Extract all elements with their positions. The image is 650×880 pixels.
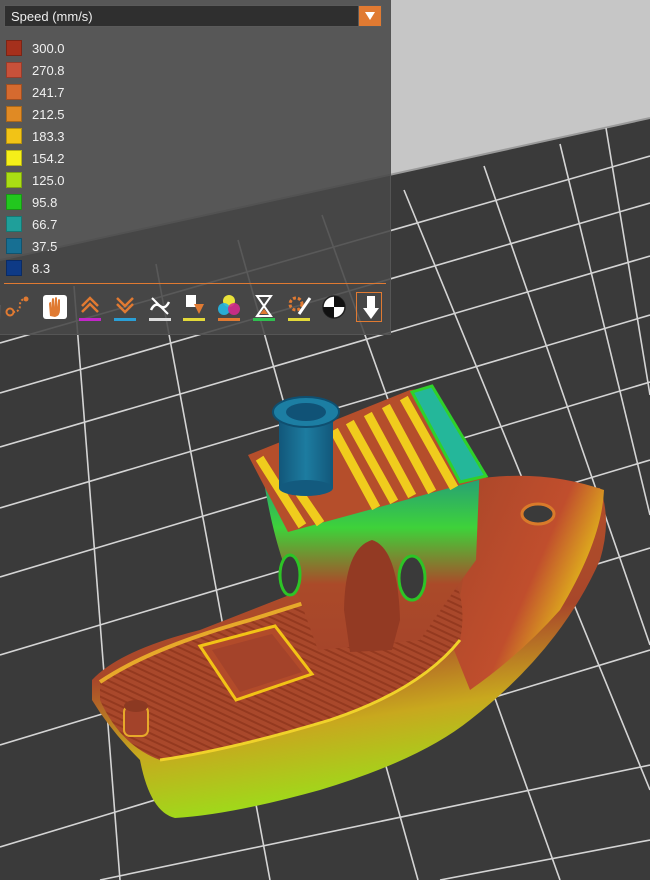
legend-panel: Speed (mm/s) 300.0 270.8 241.7 212.5 183.3 15… xyxy=(0,0,391,335)
legend-item: 183.3 xyxy=(6,125,65,147)
options-toolbar xyxy=(0,288,390,328)
legend-value: 95.8 xyxy=(32,194,58,210)
legend-value: 270.8 xyxy=(32,62,65,78)
legend-swatch xyxy=(6,150,22,166)
custom-gcode-icon[interactable] xyxy=(285,292,313,322)
wipe-hand-icon[interactable] xyxy=(41,292,69,322)
legend-value: 241.7 xyxy=(32,84,65,100)
deretraction-icon[interactable] xyxy=(111,292,139,322)
cabin-window xyxy=(397,554,427,602)
legend-item: 300.0 xyxy=(6,37,65,59)
legend-value: 8.3 xyxy=(32,260,51,276)
legend-swatch xyxy=(6,128,22,144)
legend-swatch xyxy=(6,62,22,78)
legend-value: 154.2 xyxy=(32,150,65,166)
legend-swatch xyxy=(6,40,22,56)
legend-item: 212.5 xyxy=(6,103,65,125)
travel-icon[interactable] xyxy=(4,292,32,322)
legend-value: 37.5 xyxy=(32,238,58,254)
retraction-icon[interactable] xyxy=(76,292,104,322)
tool-marker-icon[interactable] xyxy=(356,292,382,322)
pause-icon[interactable] xyxy=(250,292,278,322)
legend-value: 66.7 xyxy=(32,216,58,232)
legend-swatch xyxy=(6,172,22,188)
legend-item: 125.0 xyxy=(6,169,65,191)
color-change-icon[interactable] xyxy=(215,292,243,322)
center-of-gravity-icon[interactable] xyxy=(320,292,348,322)
legend-item: 241.7 xyxy=(6,81,65,103)
legend-value: 300.0 xyxy=(32,40,65,56)
legend-item: 8.3 xyxy=(6,257,65,279)
view-type-dropdown[interactable]: Speed (mm/s) xyxy=(4,5,382,27)
legend-swatch xyxy=(6,216,22,232)
legend-value: 125.0 xyxy=(32,172,65,188)
view-type-selected: Speed (mm/s) xyxy=(11,8,93,24)
legend-swatch xyxy=(6,194,22,210)
seams-icon[interactable] xyxy=(146,292,174,322)
legend-value: 183.3 xyxy=(32,128,65,144)
tool-change-icon[interactable] xyxy=(180,292,208,322)
hawse-hole xyxy=(520,502,556,526)
legend-swatch xyxy=(6,106,22,122)
legend-item: 154.2 xyxy=(6,147,65,169)
legend-swatch xyxy=(6,84,22,100)
legend-swatch xyxy=(6,238,22,254)
legend-separator xyxy=(4,283,386,284)
legend-swatch xyxy=(6,260,22,276)
legend-item: 37.5 xyxy=(6,235,65,257)
legend-list: 300.0 270.8 241.7 212.5 183.3 154.2 125.0 95.8 6… xyxy=(6,37,65,279)
legend-value: 212.5 xyxy=(32,106,65,122)
dropdown-arrow-icon[interactable] xyxy=(358,6,381,26)
legend-item: 270.8 xyxy=(6,59,65,81)
legend-item: 95.8 xyxy=(6,191,65,213)
legend-item: 66.7 xyxy=(6,213,65,235)
